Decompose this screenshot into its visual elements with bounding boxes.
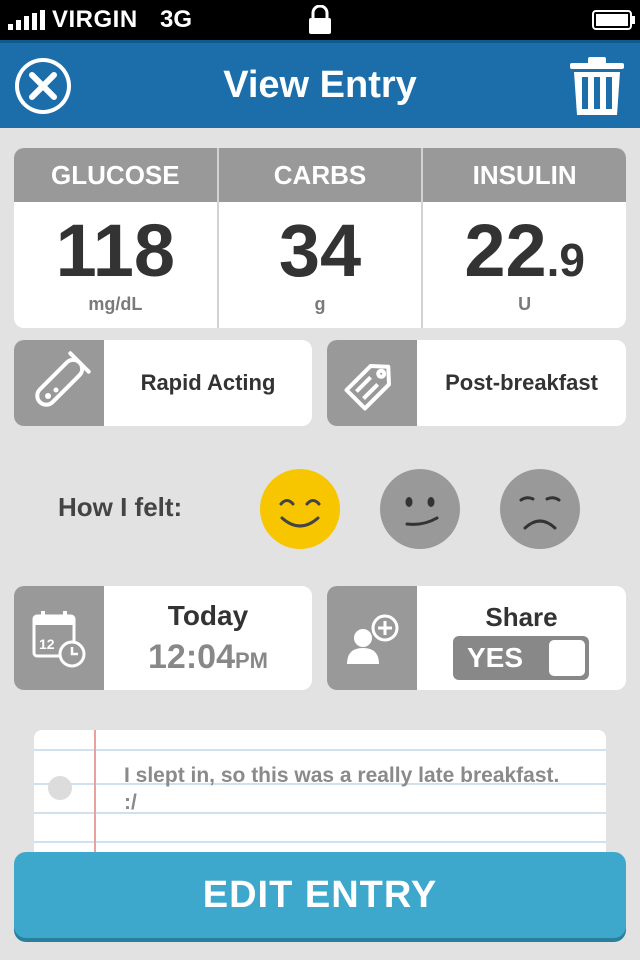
datetime-card[interactable]: 12 Today 12:04PM	[14, 586, 312, 690]
stat-unit: g	[314, 294, 326, 314]
trash-icon[interactable]	[568, 55, 626, 117]
share-card: Share YES	[327, 586, 626, 690]
glucose-stat: GLUCOSE 118 mg/dL	[14, 148, 219, 328]
happy-face-icon[interactable]	[259, 468, 341, 550]
stat-value: 118	[55, 209, 176, 292]
network-label: 3G	[160, 6, 193, 33]
meal-tag-label: Post-breakfast	[445, 370, 598, 395]
stats-panel: GLUCOSE 118 mg/dL CARBS 34 g INSULIN 22.…	[14, 148, 626, 328]
sad-face-icon[interactable]	[499, 468, 581, 550]
stat-label: INSULIN	[423, 148, 626, 202]
tag-icon	[344, 364, 391, 411]
signal-strength-icon	[8, 10, 45, 30]
edit-entry-button[interactable]: EDIT ENTRY	[14, 852, 626, 938]
stat-label: CARBS	[218, 148, 422, 202]
insulin-type-card[interactable]: Rapid Acting	[14, 340, 312, 426]
stat-unit: mg/dL	[88, 294, 143, 314]
time-value: 12:04PM	[148, 638, 268, 676]
page-title: View Entry	[223, 64, 417, 106]
stat-label: GLUCOSE	[14, 148, 217, 202]
battery-icon	[592, 10, 635, 30]
stat-value: 22.9	[464, 209, 586, 292]
test-tube-icon	[35, 351, 91, 407]
note-text: I slept in, so this was a really late br…	[124, 764, 560, 814]
stat-unit: U	[518, 294, 532, 314]
calendar-clock-icon: 12	[32, 611, 86, 668]
date-label: Today	[167, 600, 249, 631]
carrier-label: VIRGIN	[52, 6, 138, 33]
neutral-face-icon[interactable]	[379, 468, 461, 550]
toggle-state: YES	[467, 642, 524, 673]
stat-value: 34	[278, 209, 362, 292]
share-label: Share	[485, 602, 558, 632]
carbs-stat: CARBS 34 g	[218, 148, 424, 328]
toggle-knob[interactable]	[549, 640, 585, 676]
add-user-icon	[347, 614, 399, 664]
insulin-stat: INSULIN 22.9 U	[423, 148, 626, 328]
insulin-type-label: Rapid Acting	[140, 370, 276, 395]
share-toggle[interactable]: YES	[453, 636, 589, 680]
nav-bar: View Entry	[0, 40, 640, 128]
paper-hole	[48, 776, 72, 800]
status-bar: VIRGIN 3G	[0, 0, 640, 40]
mood-label: How I felt:	[58, 492, 183, 522]
meal-tag-card[interactable]: Post-breakfast	[327, 340, 626, 426]
lock-icon	[309, 5, 331, 34]
svg-text:12: 12	[39, 636, 55, 652]
